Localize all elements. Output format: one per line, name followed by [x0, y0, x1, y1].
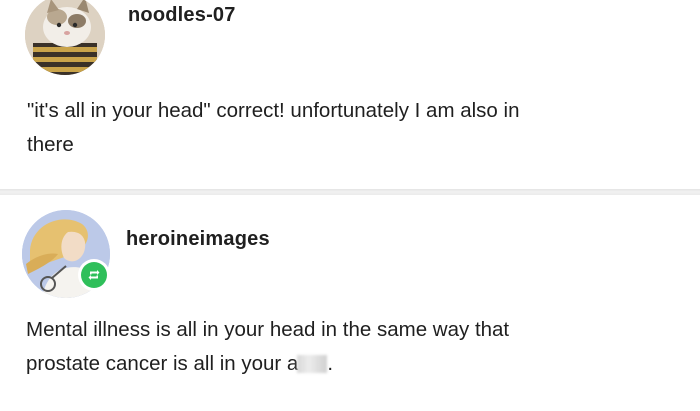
- post-text-line: Mental illness is all in your head in th…: [26, 318, 510, 341]
- post-heroineimages: heroineimages Mental illness is all in y…: [0, 195, 700, 411]
- post-text-suffix: .: [327, 352, 334, 375]
- post-text: Mental illness is all in your head in th…: [26, 313, 509, 381]
- post-text-line: there: [27, 133, 74, 156]
- post-noodles-07: noodles-07 "it's all in your head" corre…: [0, 0, 700, 190]
- avatar[interactable]: [25, 0, 105, 75]
- post-text-line-last: prostate cancer is all in your a.: [26, 347, 509, 381]
- post-text: "it's all in your head" correct! unfortu…: [27, 94, 519, 162]
- post-text-fragment: prostate cancer is all in your a: [26, 352, 299, 375]
- censor-blur: [297, 355, 328, 373]
- reblog-badge: [78, 259, 110, 291]
- username[interactable]: noodles-07: [128, 4, 236, 27]
- reblog-icon: [88, 270, 100, 280]
- post-text-line: "it's all in your head" correct! unfortu…: [27, 99, 520, 122]
- cat-avatar-icon: [25, 0, 105, 75]
- username[interactable]: heroineimages: [126, 228, 270, 251]
